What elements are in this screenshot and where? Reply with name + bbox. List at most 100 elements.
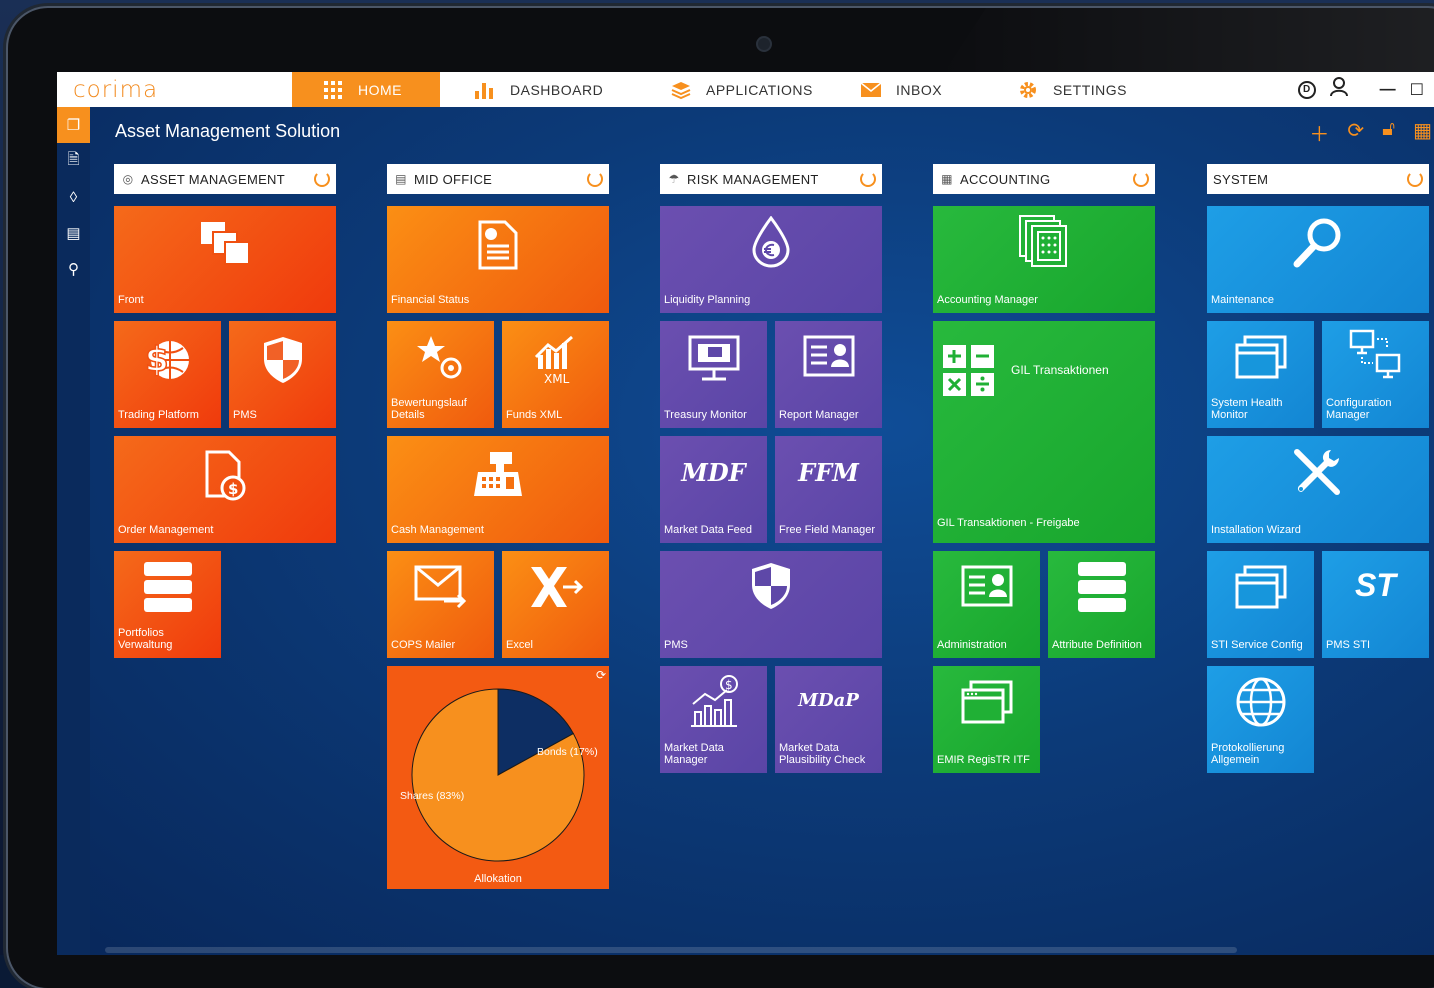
- tile-label: Maintenance: [1211, 294, 1274, 306]
- sidebar-reports[interactable]: ▤: [57, 215, 90, 251]
- tile-market-data-manager[interactable]: $ Market Data Manager: [660, 666, 767, 773]
- tile-trading-platform[interactable]: $ Trading Platform: [114, 321, 221, 428]
- nav-applications-label: APPLICATIONS: [706, 81, 813, 98]
- tile-label: Liquidity Planning: [664, 294, 751, 306]
- network-monitors-icon: [1349, 329, 1403, 384]
- tile-label: System Health Monitor: [1211, 397, 1283, 421]
- mdf-icon: MDF: [681, 458, 746, 487]
- svg-text:$: $: [228, 480, 238, 498]
- tile-order-management[interactable]: $ Order Management: [114, 436, 336, 543]
- windows-stack-icon: [199, 220, 251, 271]
- tile-accounting-manager[interactable]: Accounting Manager: [933, 206, 1155, 313]
- nav-inbox[interactable]: INBOX: [844, 72, 997, 107]
- widget-allokation-chart[interactable]: ⟳ Bonds (17%) Shares (83%) Allokation: [387, 666, 609, 889]
- nav-applications[interactable]: APPLICATIONS: [636, 72, 844, 107]
- tile-attribute-definition[interactable]: Attribute Definition: [1048, 551, 1155, 658]
- calculator-icon: ▦: [941, 172, 953, 186]
- umbrella-icon: ☂: [668, 172, 680, 186]
- sidebar-liquidity[interactable]: ◊: [57, 179, 90, 215]
- tile-label: PMS: [664, 639, 688, 651]
- tile-front[interactable]: Front: [114, 206, 336, 313]
- nav-home[interactable]: HOME: [292, 72, 440, 107]
- tile-gil-transaktionen[interactable]: GIL Transaktionen GIL Transaktionen - Fr…: [933, 321, 1155, 543]
- tile-administration[interactable]: Administration: [933, 551, 1040, 658]
- tile-financial-status[interactable]: Financial Status: [387, 206, 609, 313]
- grid-icon: [322, 80, 344, 99]
- tile-market-data-feed[interactable]: MDF Market Data Feed: [660, 436, 767, 543]
- tile-sti-service-config[interactable]: STI Service Config: [1207, 551, 1314, 658]
- tile-treasury-monitor[interactable]: Treasury Monitor: [660, 321, 767, 428]
- mdap-icon: MDaP: [798, 690, 859, 711]
- gear-icon: [1017, 81, 1039, 99]
- webcam: [756, 36, 772, 52]
- tile-pms[interactable]: PMS: [229, 321, 336, 428]
- nav-dashboard[interactable]: DASHBOARD: [440, 72, 636, 107]
- d-badge-icon[interactable]: D: [1297, 80, 1316, 99]
- user-icon[interactable]: [1329, 77, 1348, 102]
- corima-logo[interactable]: corima: [57, 77, 292, 103]
- tile-emir-registr[interactable]: EMIR RegisTR ITF: [933, 666, 1040, 773]
- tile-cash-management[interactable]: Cash Management: [387, 436, 609, 543]
- excel-export-icon: [529, 565, 583, 612]
- sidebar-home[interactable]: ❐: [57, 107, 90, 143]
- tile-label: Order Management: [118, 524, 214, 536]
- document-euro-icon: [477, 220, 519, 273]
- shield-icon: [750, 561, 792, 614]
- tile-label: Free Field Manager: [779, 524, 875, 536]
- tile-system-health-monitor[interactable]: System Health Monitor: [1207, 321, 1314, 428]
- refresh-icon[interactable]: [587, 171, 603, 187]
- refresh-icon[interactable]: [1407, 171, 1423, 187]
- target-icon: ◎: [122, 172, 134, 186]
- tile-portfolios-verwaltung[interactable]: Portfolios Verwaltung: [114, 551, 221, 658]
- tile-configuration-manager[interactable]: Configuration Manager: [1322, 321, 1429, 428]
- tile-funds-xml[interactable]: XML Funds XML: [502, 321, 609, 428]
- tile-installation-wizard[interactable]: Installation Wizard: [1207, 436, 1429, 543]
- tile-report-manager[interactable]: Report Manager: [775, 321, 882, 428]
- tile-pms-sti[interactable]: ST PMS STI: [1322, 551, 1429, 658]
- column-title: MID OFFICE: [414, 171, 493, 187]
- tile-label: Financial Status: [391, 294, 470, 306]
- refresh-icon[interactable]: [860, 171, 876, 187]
- add-icon[interactable]: ＋: [1309, 118, 1329, 147]
- nav-settings-label: SETTINGS: [1053, 81, 1128, 98]
- document-icon: 🗎: [67, 150, 80, 168]
- window-controls: D — ☐: [1297, 72, 1434, 107]
- drop-euro-icon: [750, 215, 792, 271]
- svg-text:$: $: [145, 340, 169, 380]
- tile-label: Bewertungslauf Details: [391, 397, 467, 421]
- tile-label: Configuration Manager: [1326, 397, 1392, 421]
- tile-protokollierung-allgemein[interactable]: Protokollierung Allgemein: [1207, 666, 1314, 773]
- tile-label: GIL Transaktionen - Freigabe: [937, 517, 1080, 529]
- tile-bewertungslauf-details[interactable]: Bewertungslauf Details: [387, 321, 494, 428]
- windows-icon: [1235, 565, 1287, 612]
- layers-icon: [670, 81, 692, 99]
- horizontal-scrollbar[interactable]: [105, 947, 1237, 953]
- tile-label: PMS: [233, 409, 257, 421]
- nav-settings[interactable]: SETTINGS: [997, 72, 1167, 107]
- tile-market-data-plausibility[interactable]: MDaP Market Data Plausibility Check: [775, 666, 882, 773]
- tile-label: Front: [118, 294, 144, 306]
- sidebar-search[interactable]: ⚲: [57, 251, 90, 287]
- refresh-icon[interactable]: ⟳: [1347, 118, 1364, 147]
- refresh-icon[interactable]: [1133, 171, 1149, 187]
- main-nav: HOME DASHBOARD APPLICATIONS INBOX SETTIN…: [292, 72, 1167, 107]
- globe-dollar-icon: $: [143, 335, 193, 388]
- mail-icon: [860, 81, 882, 99]
- tile-free-field-manager[interactable]: FFM Free Field Manager: [775, 436, 882, 543]
- tile-label: Excel: [506, 639, 533, 651]
- column-title: SYSTEM: [1213, 171, 1269, 187]
- column-header-accounting: ▦ ACCOUNTING: [933, 164, 1155, 194]
- tile-liquidity-planning[interactable]: Liquidity Planning: [660, 206, 882, 313]
- tile-maintenance[interactable]: Maintenance: [1207, 206, 1429, 313]
- tile-label: Portfolios Verwaltung: [118, 627, 173, 651]
- tile-cops-mailer[interactable]: COPS Mailer: [387, 551, 494, 658]
- tile-risk-pms[interactable]: PMS: [660, 551, 882, 658]
- refresh-icon[interactable]: [314, 171, 330, 187]
- minimize-icon[interactable]: —: [1380, 81, 1396, 99]
- unlock-icon[interactable]: 🔓︎: [1382, 118, 1395, 147]
- tile-excel[interactable]: Excel: [502, 551, 609, 658]
- tile-label: Market Data Manager: [664, 742, 724, 766]
- sidebar-documents[interactable]: 🗎: [57, 143, 90, 179]
- maximize-icon[interactable]: ☐: [1410, 80, 1424, 100]
- layout-icon[interactable]: ▦: [1413, 118, 1432, 147]
